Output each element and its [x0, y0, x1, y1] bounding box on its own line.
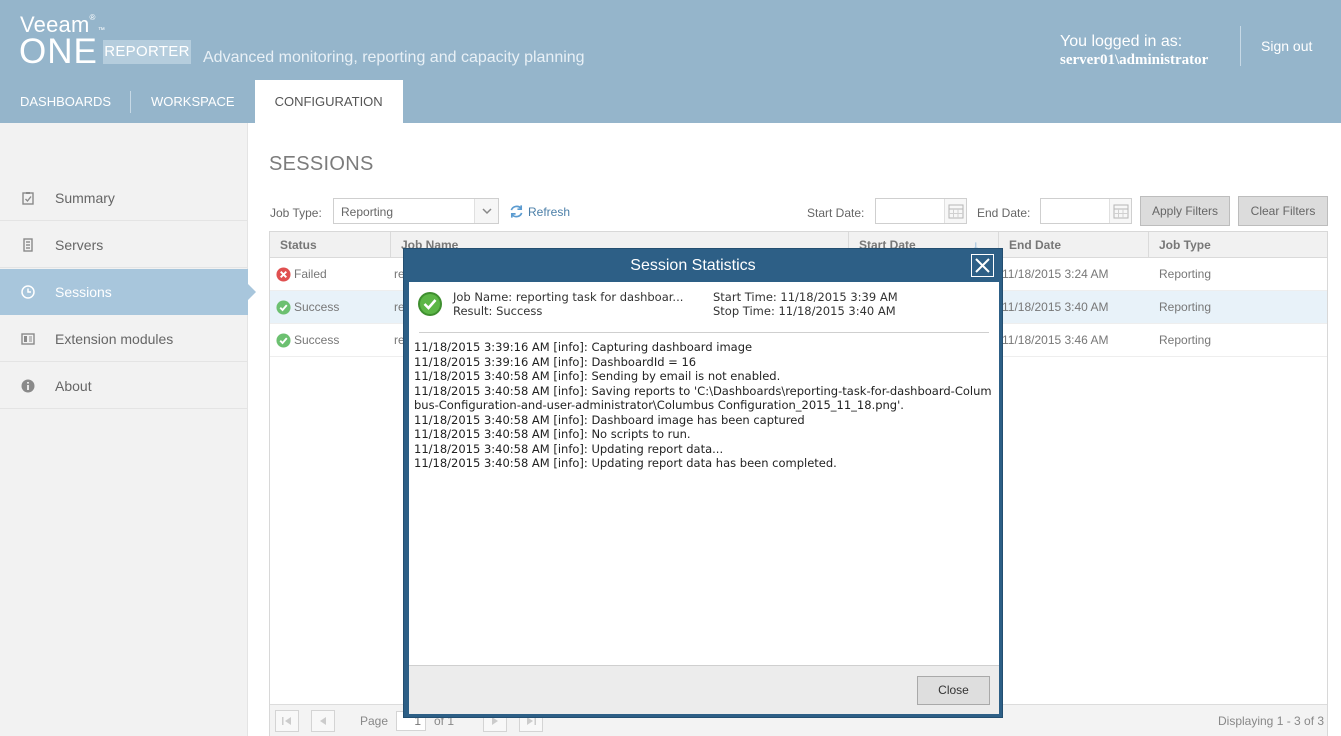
- result-info: Result: Success: [453, 304, 543, 318]
- tab-workspace[interactable]: WORKSPACE: [131, 80, 255, 123]
- column-status[interactable]: Status: [270, 232, 391, 258]
- registered-mark: ®: [89, 12, 96, 22]
- page-label: Page: [360, 714, 389, 728]
- header-divider: [1240, 26, 1241, 66]
- sidebar: Summary Servers Sessions Extension modul…: [0, 123, 256, 736]
- refresh-icon: [510, 205, 523, 218]
- sidebar-item-about[interactable]: About: [0, 363, 248, 409]
- log-line: 11/18/2015 3:40:58 AM [info]: Dashboard …: [414, 412, 805, 427]
- sidebar-item-servers[interactable]: Servers: [0, 222, 248, 268]
- close-icon[interactable]: [971, 254, 994, 277]
- job-type-label: Job Type:: [270, 206, 322, 220]
- refresh-label: Refresh: [528, 204, 571, 219]
- end-date-label: End Date:: [977, 206, 1031, 220]
- module-icon: [21, 333, 35, 345]
- status-text: Failed: [294, 267, 327, 281]
- main-nav: DASHBOARDS WORKSPACE CONFIGURATION: [0, 80, 403, 123]
- job-type-value: Reporting: [341, 205, 394, 219]
- login-label: You logged in as:: [1060, 33, 1183, 50]
- sign-out-link[interactable]: Sign out: [1261, 38, 1312, 54]
- session-statistics-dialog: Session Statistics Job Name: reporting t…: [403, 248, 1003, 718]
- login-user: server01\administrator: [1060, 52, 1209, 68]
- app-header: Veeam® ONE™ REPORTER Advanced monitoring…: [0, 0, 1341, 123]
- start-date-input[interactable]: [875, 198, 967, 224]
- dialog-footer: Close: [409, 665, 999, 714]
- job-type-cell: Reporting: [1159, 300, 1212, 314]
- calendar-icon[interactable]: [944, 199, 966, 223]
- stop-time-info: Stop Time: 11/18/2015 3:40 AM: [713, 304, 896, 318]
- sidebar-item-label: Summary: [55, 190, 115, 206]
- success-icon: [276, 300, 291, 315]
- start-date-label: Start Date:: [807, 206, 865, 220]
- displaying-count: Displaying 1 - 3 of 3: [1218, 714, 1325, 728]
- log-line: 11/18/2015 3:40:58 AM [info]: Updating r…: [414, 456, 837, 470]
- session-log: 11/18/2015 3:39:16 AM [info]: Capturing …: [414, 340, 992, 471]
- divider: [419, 332, 989, 333]
- end-date-cell: 11/18/2015 3:46 AM: [1002, 333, 1109, 347]
- end-date-input[interactable]: [1040, 198, 1132, 224]
- end-date-cell: 11/18/2015 3:24 AM: [1002, 267, 1109, 281]
- status-text: Success: [294, 300, 340, 314]
- logo-reporter: REPORTER: [103, 40, 191, 64]
- refresh-button[interactable]: Refresh: [509, 204, 570, 219]
- trademark-mark: ™: [97, 27, 106, 35]
- sidebar-item-sessions[interactable]: Sessions: [0, 269, 256, 315]
- page-title: SESSIONS: [269, 153, 374, 175]
- job-type-select[interactable]: Reporting: [333, 198, 499, 224]
- log-line: 11/18/2015 3:40:58 AM [info]: Sending by…: [414, 369, 781, 383]
- success-icon: [276, 333, 291, 348]
- close-button[interactable]: Close: [917, 676, 990, 705]
- log-line: 11/18/2015 3:40:58 AM [info]: Saving rep…: [414, 383, 992, 413]
- job-name-info: Job Name: reporting task for dashboar...: [453, 290, 684, 304]
- calendar-icon[interactable]: [1109, 199, 1131, 223]
- prev-page-button[interactable]: [311, 710, 335, 732]
- clipboard-check-icon: [22, 192, 34, 205]
- status-text: Success: [294, 333, 340, 347]
- info-icon: [21, 379, 35, 393]
- chevron-down-icon: [474, 199, 498, 223]
- job-type-cell: Reporting: [1159, 333, 1212, 347]
- dialog-body: Job Name: reporting task for dashboar...…: [409, 282, 999, 665]
- dialog-title: Session Statistics: [630, 257, 756, 274]
- sidebar-item-extension-modules[interactable]: Extension modules: [0, 316, 248, 362]
- start-time-info: Start Time: 11/18/2015 3:39 AM: [713, 290, 898, 304]
- clock-icon: [21, 285, 35, 299]
- server-icon: [23, 238, 33, 252]
- sidebar-item-label: Sessions: [55, 284, 112, 300]
- success-icon: [418, 292, 442, 316]
- first-page-button[interactable]: [275, 710, 299, 732]
- sidebar-item-label: Servers: [55, 237, 104, 253]
- error-icon: [276, 267, 291, 282]
- tagline: Advanced monitoring, reporting and capac…: [203, 49, 585, 66]
- sidebar-item-summary[interactable]: Summary: [0, 175, 248, 221]
- log-line: 11/18/2015 3:39:16 AM [info]: Capturing …: [414, 340, 753, 354]
- tab-configuration[interactable]: CONFIGURATION: [254, 80, 403, 123]
- column-end-date[interactable]: End Date: [999, 232, 1149, 258]
- end-date-cell: 11/18/2015 3:40 AM: [1002, 300, 1109, 314]
- log-line: 11/18/2015 3:40:58 AM [info]: Updating r…: [414, 441, 724, 456]
- logo-one: ONE™: [19, 27, 106, 71]
- job-type-cell: Reporting: [1159, 267, 1212, 281]
- tab-dashboards[interactable]: DASHBOARDS: [0, 80, 132, 123]
- sidebar-item-label: Extension modules: [55, 331, 174, 347]
- apply-filters-button[interactable]: Apply Filters: [1140, 196, 1230, 226]
- clear-filters-button[interactable]: Clear Filters: [1238, 196, 1328, 226]
- log-line: 11/18/2015 3:39:16 AM [info]: DashboardI…: [414, 354, 697, 369]
- column-job-type[interactable]: Job Type: [1149, 232, 1327, 258]
- log-line: 11/18/2015 3:40:58 AM [info]: No scripts…: [414, 427, 691, 441]
- sidebar-item-label: About: [55, 378, 92, 394]
